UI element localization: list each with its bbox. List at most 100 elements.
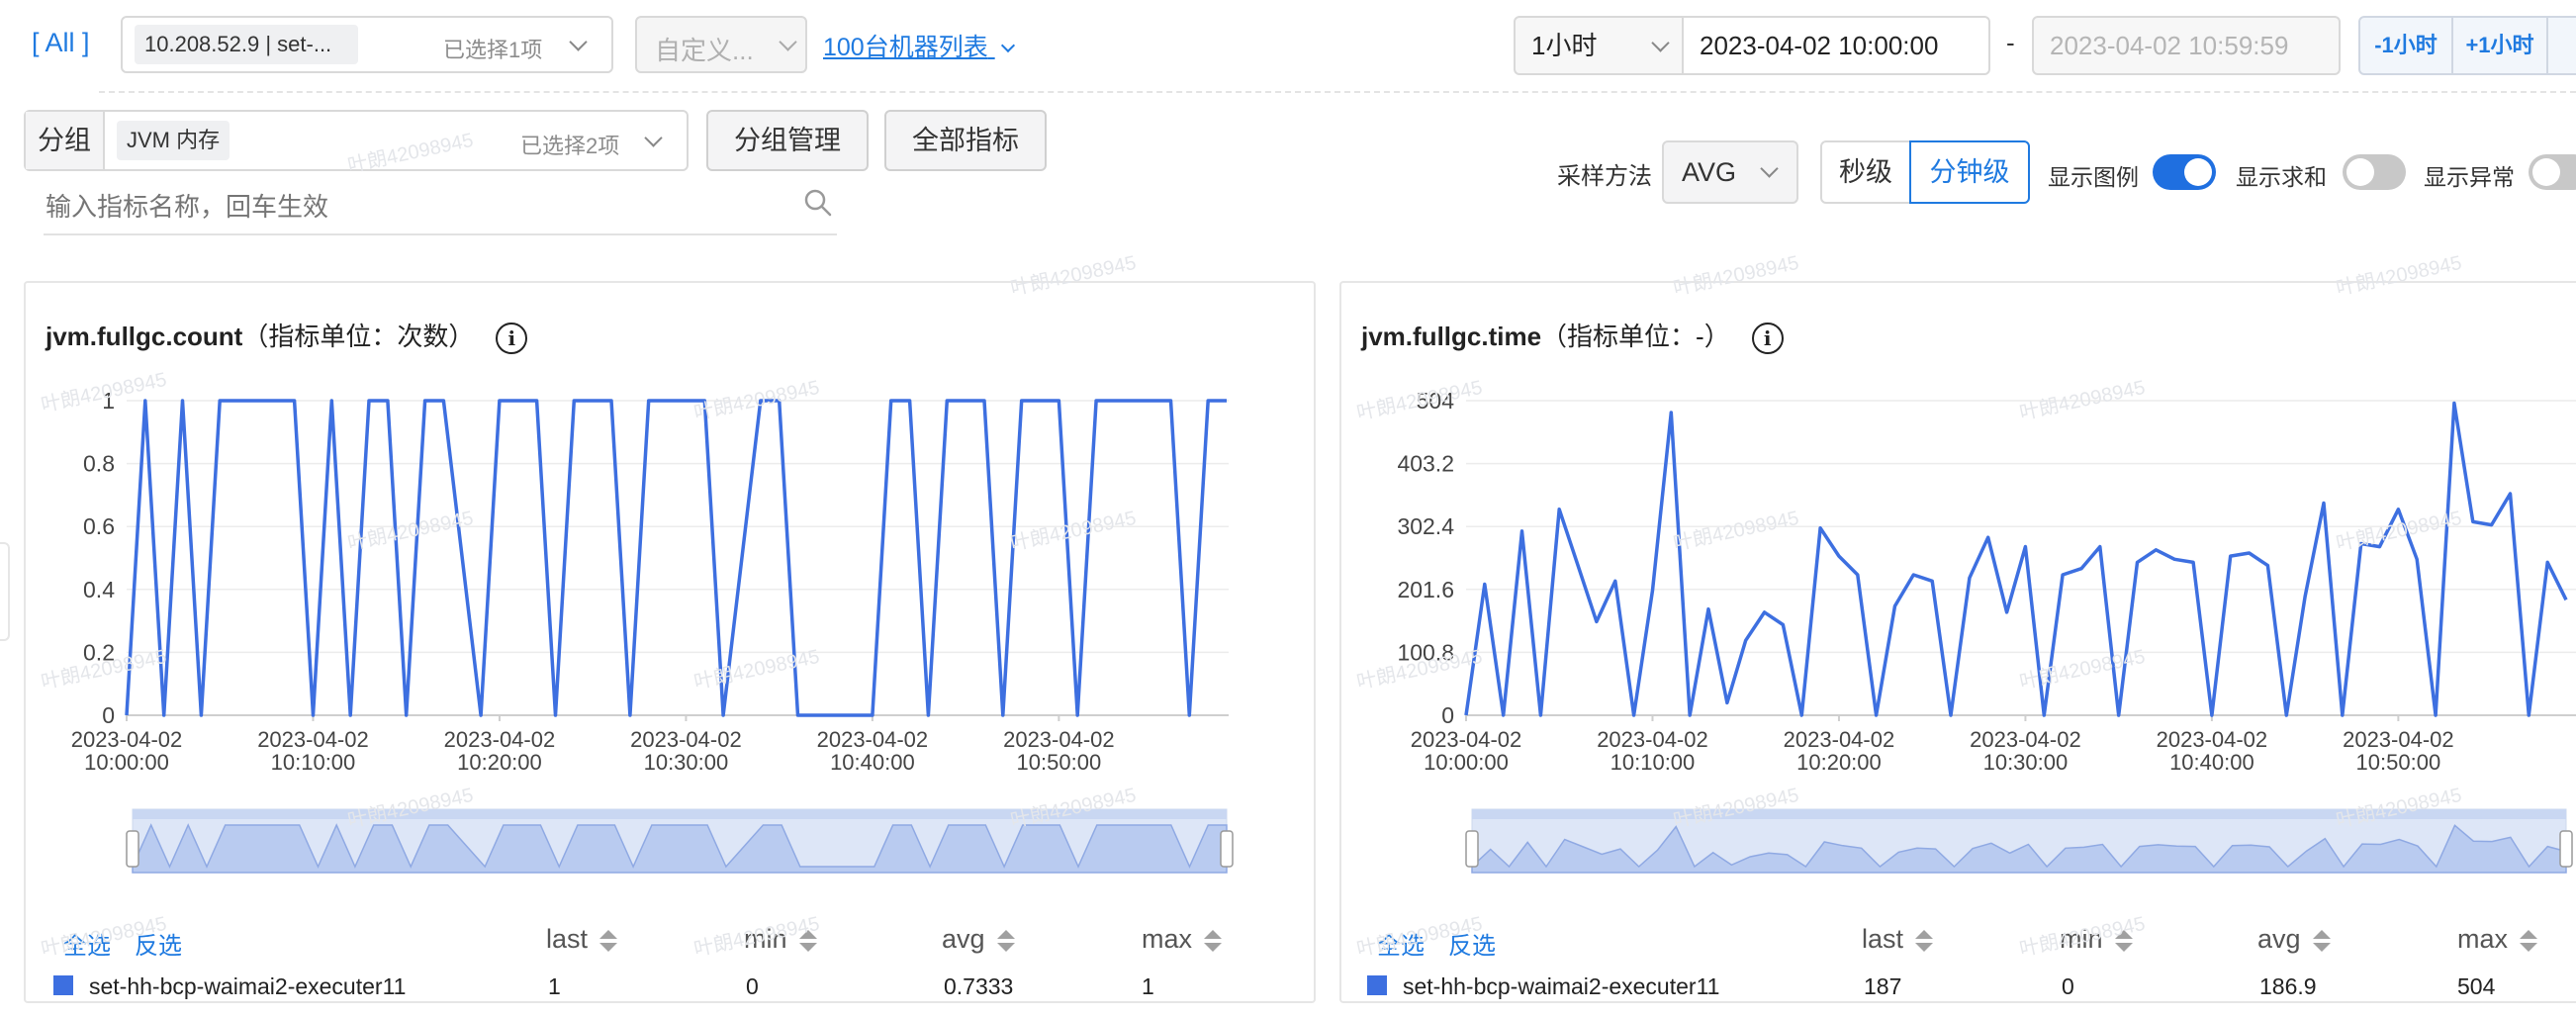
y-tick-label: 403.2 [1397,451,1454,477]
show-anomaly-label: 显示异常 [2424,164,2515,190]
x-tick-label: 2023-04-02 10:10:00 [257,727,369,775]
col-min[interactable]: min [2060,924,2133,955]
series-color-swatch[interactable] [53,975,73,995]
sampling-label: 采样方法 [1557,163,1652,190]
host-select[interactable]: 10.208.52.9 | set-... 已选择1项 [121,16,613,73]
sampling-select[interactable]: AVG [1662,140,1798,204]
invert-selection-link[interactable]: 反选 [135,926,182,961]
y-tick-label: 0.2 [83,639,115,665]
stat-min: 0 [2062,973,2074,999]
group-tag: JVM 内存 [117,121,230,160]
show-anomaly-toggle[interactable] [2529,154,2576,190]
zoom-handle-left[interactable] [1465,830,1479,868]
zoom-handle-right[interactable] [2559,830,2573,868]
x-tick-label: 2023-04-02 10:50:00 [1003,727,1115,775]
chevron-down-icon [569,33,588,51]
chevron-down-icon [779,33,797,51]
show-legend-label: 显示图例 [2048,164,2139,190]
sort-icon [599,929,618,952]
col-avg[interactable]: avg [2257,924,2331,955]
y-tick-label: 0.6 [83,513,115,539]
chevron-down-icon [644,129,663,147]
y-tick-label: 0.4 [83,577,115,602]
x-tick-label: 2023-04-02 10:10:00 [1597,727,1708,775]
invert-selection-link[interactable]: 反选 [1448,926,1496,961]
minute-level-button[interactable]: 分钟级 [1909,140,2030,204]
select-all-link[interactable]: 全选 [1377,926,1425,961]
col-max[interactable]: max [1142,924,1223,955]
host-select-hint: 已选择1项 [443,38,543,62]
sort-icon [798,929,817,952]
stat-avg: 0.7333 [944,973,1014,999]
start-time-value: 2023-04-02 10:00:00 [1700,31,1939,60]
minus-one-hour-button[interactable]: -1小时 [2358,16,2453,75]
y-tick-label: 0.8 [83,451,115,477]
y-tick-label: 504 [1417,388,1455,414]
col-last[interactable]: last [546,924,618,955]
machine-list-link[interactable]: 100台机器列表 [823,28,1015,63]
host-tag: 10.208.52.9 | set-... [135,25,358,64]
line-chart[interactable]: 0 0.2 0.4 0.6 0.8 1 2023-04-02 10:00:00 2023-04-… [26,283,1314,1001]
chart-panel-fullgc-count: jvm.fullgc.count（指标单位：次数） i 0 0.2 0.4 0.6 0.8… [24,281,1316,1003]
x-tick-label: 2023-04-02 10:50:00 [2343,727,2454,775]
time-separator: - [2006,28,2015,57]
all-link[interactable]: [ All ] [32,28,90,58]
show-legend-toggle[interactable] [2153,154,2216,190]
sort-icon [2520,929,2538,952]
series-line [1464,401,2568,717]
group-manage-button[interactable]: 分组管理 [706,110,869,171]
chevron-down-icon [1651,34,1670,52]
sort-icon [2114,929,2133,952]
start-time-input[interactable]: 2023-04-02 10:00:00 [1682,16,1990,75]
custom-select[interactable]: 自定义... [635,16,807,73]
zoom-handle-right[interactable] [1220,830,1234,868]
stat-last: 187 [1864,973,1902,999]
search-underline [44,233,837,235]
sort-icon [2312,929,2331,952]
group-label: 分组 [26,112,105,169]
col-max[interactable]: max [2457,924,2538,955]
zoom-slider-preview[interactable] [132,823,1228,874]
col-min[interactable]: min [744,924,817,955]
series-color-swatch[interactable] [1367,975,1387,995]
plus-one-hour-button[interactable]: +1小时 [2451,16,2548,75]
custom-select-placeholder: 自定义... [655,36,754,65]
zoom-slider-top-bar[interactable] [133,809,1227,819]
more-time-button[interactable] [2546,16,2576,75]
group-select[interactable]: 分组 JVM 内存 已选择2项 [24,110,689,171]
x-tick-label: 2023-04-02 10:40:00 [817,727,929,775]
x-tick-label: 2023-04-02 10:40:00 [2157,727,2268,775]
stat-min: 0 [746,973,759,999]
line-chart[interactable]: 0 100.8 201.6 302.4 403.2 504 2023-04-02 10:00:… [1341,283,2576,1001]
y-tick-label: 0 [102,702,115,728]
duration-value: 1小时 [1531,31,1598,60]
zoom-handle-left[interactable] [126,830,139,868]
x-tick-label: 2023-04-02 10:30:00 [630,727,742,775]
chevron-down-icon [1760,159,1779,178]
duration-select[interactable]: 1小时 [1514,16,1684,75]
end-time-input[interactable]: 2023-04-02 10:59:59 [2032,16,2341,75]
all-metrics-button[interactable]: 全部指标 [884,110,1047,171]
col-avg[interactable]: avg [942,924,1015,955]
metric-search-input[interactable] [44,184,799,230]
second-level-button[interactable]: 秒级 [1820,140,1911,204]
search-icon [804,189,832,217]
y-tick-label: 100.8 [1397,639,1454,665]
show-sum-toggle[interactable] [2343,154,2406,190]
y-tick-label: 201.6 [1397,577,1454,602]
end-time-value: 2023-04-02 10:59:59 [2050,31,2289,60]
machine-list-label: 100台机器列表 [823,34,988,61]
col-last[interactable]: last [1862,924,1934,955]
select-all-link[interactable]: 全选 [63,926,111,961]
sampling-value: AVG [1682,157,1737,187]
side-collapse-handle[interactable] [0,542,10,641]
series-name[interactable]: set-hh-bcp-waimai2-executer11 [1403,973,1719,1000]
chart-panel-fullgc-time: jvm.fullgc.time（指标单位：-） i 0 100.8 201.6 302.… [1339,281,2576,1003]
x-tick-label: 2023-04-02 10:20:00 [1784,727,1895,775]
series-line [125,399,1227,717]
show-sum-label: 显示求和 [2236,164,2327,190]
sort-icon [996,929,1015,952]
series-name[interactable]: set-hh-bcp-waimai2-executer11 [89,973,406,1000]
zoom-slider-top-bar[interactable] [1472,809,2566,819]
y-tick-label: 1 [102,388,115,414]
